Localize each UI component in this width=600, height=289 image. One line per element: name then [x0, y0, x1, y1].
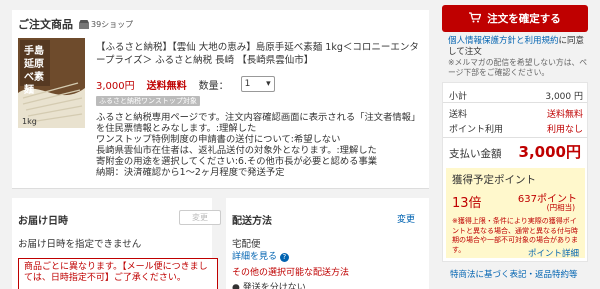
summary-divider — [443, 102, 587, 103]
chevron-down-icon: ▾ — [266, 79, 271, 89]
delivery-date-title: お届け日時 — [18, 216, 68, 227]
mail-note: ※メルマガの配信を希望しない方は、ページ下部をご確認ください。 — [448, 58, 588, 77]
svg-text:麺: 麺 — [23, 83, 34, 96]
payment-amount-value: 3,000円 — [518, 143, 581, 161]
shipping-label: 送料 — [449, 110, 468, 120]
quantity-label: 数量： — [198, 80, 229, 92]
shipping-option[interactable]: ● 発送を分けない — [232, 280, 306, 289]
product-price: 3,000円 — [96, 80, 135, 92]
points-use-label: ポイント利用 — [449, 125, 504, 135]
svg-text:1kg: 1kg — [22, 117, 37, 126]
delivery-none-text: お届け日時を指定できません — [18, 239, 142, 250]
order-title: ご注文商品 — [18, 18, 73, 31]
subtotal-value: 3,000 円 — [545, 92, 583, 102]
svg-text:べ素: べ素 — [24, 70, 44, 83]
section-divider — [12, 188, 429, 189]
delivery-date-section: お届け日時 変更 お届け日時を指定できません 商品ごとに異なります。【メール便に… — [12, 198, 221, 289]
points-detail-link[interactable]: ポイント詳細 — [528, 247, 579, 259]
points-title: 獲得予定ポイント — [452, 174, 536, 186]
agreement-text: 個人情報保護方針と利用規約に同意して注文 — [448, 36, 588, 57]
confirm-order-label: 注文を確定する — [487, 13, 561, 25]
svg-text:延原: 延原 — [23, 57, 44, 70]
order-summary: 小計 3,000 円 送料 送料無料 ポイント利用 利用なし 支払い金額 3,0… — [442, 82, 588, 262]
summary-row-subtotal: 小計 3,000 円 — [449, 89, 583, 102]
subtotal-label: 小計 — [449, 92, 468, 102]
delivery-change-button[interactable]: 変更 — [179, 210, 221, 225]
legal-notice-link[interactable]: 特商法に基づく表記・返品特約等 — [450, 268, 578, 280]
shipping-value: 送料無料 — [546, 110, 583, 120]
onestop-badge: ふるさと納税ワンストップ対象 — [96, 96, 200, 106]
shipping-detail-link[interactable]: 詳細を見る ? — [232, 249, 289, 262]
summary-row-points-use: ポイント利用 利用なし — [449, 122, 583, 135]
shipping-detail-label: 詳細を見る — [232, 252, 278, 262]
cart-icon — [469, 11, 482, 26]
note-line: 納期：決済確認から1〜2ヶ月程度で発送予定 — [96, 167, 285, 178]
quantity-select[interactable]: 1 ▾ — [240, 76, 275, 92]
note-line: 寄附金の用途を選択してください:6.その他市長が必要と認める事業 — [96, 156, 378, 167]
question-icon: ? — [279, 253, 289, 262]
confirm-order-button[interactable]: 注文を確定する — [442, 5, 588, 32]
product-name-link[interactable]: 【ふるさと納税】【雲仙 大地の恵み】島原手延べ素麺 1kg＜コロニーエンタープラ… — [96, 41, 421, 67]
points-use-value: 利用なし — [546, 125, 583, 135]
shipping-method-value: 宅配便 — [232, 239, 261, 250]
product-image[interactable]: 手島 延原 べ素 麺 1kg — [18, 38, 85, 128]
summary-row-shipping: 送料 送料無料 — [449, 107, 583, 120]
order-notes: ふるさと納税専用ページです。注文内容確認画面に表示される「注文者情報」を住民票情… — [96, 112, 426, 178]
shipping-method-section: 配送方法 変更 宅配便 詳細を見る ? その他の選択可能な配送方法 ● 発送を分… — [226, 198, 429, 289]
svg-text:手島: 手島 — [24, 44, 44, 57]
order-header: ご注文商品 39ショップ — [18, 16, 133, 32]
price-row: 3,000円 送料無料 数量： 1 ▾ — [96, 76, 275, 92]
delivery-alert: 商品ごとに異なります。【メール便につきましては、日時指定不可】ご了承ください。 — [18, 258, 218, 289]
shop-count[interactable]: 39ショップ — [91, 19, 133, 30]
note-line: ふるさと納税専用ページです。注文内容確認画面に表示される「注文者情報」を住民票情… — [96, 112, 421, 134]
shipping-change-link[interactable]: 変更 — [397, 212, 415, 225]
other-shipping-options[interactable]: その他の選択可能な配送方法 — [232, 265, 349, 278]
points-rate: 13倍 — [452, 196, 482, 211]
shop-icon — [79, 19, 89, 29]
points-sub: (円相当) — [546, 203, 575, 212]
policy-link[interactable]: 個人情報保護方針と利用規約 — [448, 36, 559, 46]
quantity-value: 1 — [244, 79, 251, 89]
shipping-free-label: 送料無料 — [146, 80, 187, 92]
order-panel: ご注文商品 39ショップ 手島 延原 べ素 麺 1kg 【ふるさと納税】【雲仙 … — [12, 10, 429, 188]
points-box: 獲得予定ポイント 13倍 637ポイント (円相当) ※獲得上限・条件により実際… — [446, 168, 585, 259]
shipping-method-title: 配送方法 — [232, 216, 272, 227]
summary-divider — [443, 137, 587, 138]
note-line: 長崎県雲仙市在住者は、返礼品送付の対象外となります。:理解した — [96, 145, 377, 156]
note-line: ワンストップ特例制度の申請書の送付について:希望しない — [96, 134, 341, 145]
payment-amount-label: 支払い金額 — [449, 148, 502, 160]
